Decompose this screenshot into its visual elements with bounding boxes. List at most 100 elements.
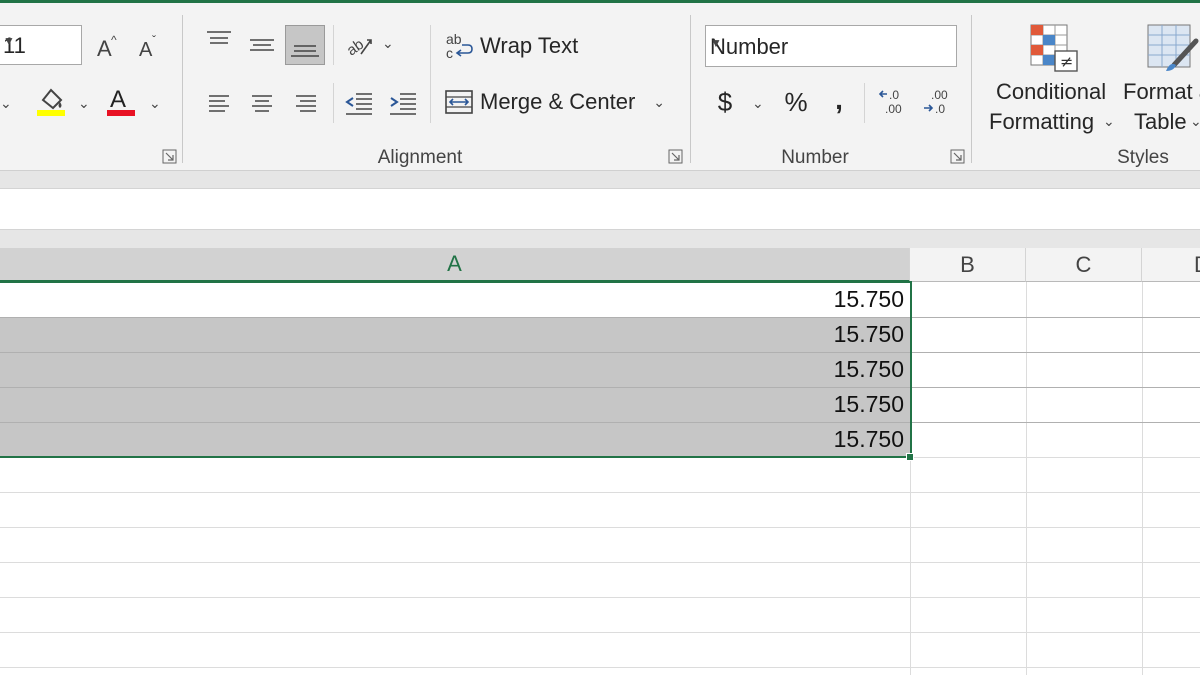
increase-decimal-button[interactable]: .0 .00 bbox=[876, 85, 910, 119]
format-as-table-button[interactable]: Format a Table ⌄ bbox=[1120, 21, 1200, 139]
text-orientation-icon: ab bbox=[344, 36, 372, 59]
column-header-b[interactable]: B bbox=[910, 248, 1026, 282]
conditional-formatting-icon: ≠ bbox=[1030, 24, 1078, 72]
orientation-button[interactable]: ab bbox=[343, 29, 375, 61]
increase-indent-button[interactable] bbox=[387, 87, 419, 119]
gridline-vertical bbox=[910, 282, 911, 675]
fill-color-chevron-icon[interactable]: ⌄ bbox=[78, 95, 90, 112]
increase-decimal-icon: .0 .00 bbox=[878, 88, 902, 116]
align-top-button[interactable] bbox=[204, 27, 234, 57]
cell-a5[interactable]: 15.750 bbox=[0, 422, 910, 457]
merge-center-label: Merge & Center bbox=[480, 89, 636, 114]
align-left-icon bbox=[209, 95, 229, 112]
merge-center-button[interactable]: Merge & Center ⌄ bbox=[444, 85, 674, 119]
decrease-font-size-button[interactable]: A ˇ bbox=[136, 31, 164, 61]
decrease-indent-button[interactable] bbox=[343, 87, 375, 119]
svg-text:^: ^ bbox=[111, 33, 117, 47]
align-right-icon bbox=[296, 95, 316, 112]
format-as-table-label-line2: Table bbox=[1134, 109, 1187, 134]
decrease-font-size-icon: A ˇ bbox=[139, 33, 156, 60]
increase-indent-icon bbox=[390, 93, 416, 115]
svg-text:ˇ: ˇ bbox=[152, 33, 156, 47]
cell-a1[interactable]: 15.750 bbox=[0, 282, 910, 317]
align-left-button[interactable] bbox=[204, 89, 234, 119]
ribbon-bottom-gap bbox=[0, 170, 1200, 188]
cell-a3[interactable]: 15.750 bbox=[0, 352, 910, 387]
svg-text:.0: .0 bbox=[889, 88, 899, 102]
fill-color-button[interactable] bbox=[34, 83, 68, 119]
align-center-icon bbox=[252, 95, 272, 112]
alignment-group-label: Alignment bbox=[377, 147, 463, 168]
align-bottom-button[interactable] bbox=[285, 25, 325, 65]
align-middle-button[interactable] bbox=[247, 31, 277, 61]
separator bbox=[430, 25, 431, 123]
chevron-down-icon[interactable]: ⌄ bbox=[0, 95, 12, 112]
font-color-chevron-icon[interactable]: ⌄ bbox=[149, 95, 161, 112]
align-right-button[interactable] bbox=[291, 89, 321, 119]
accounting-format-button[interactable]: $ bbox=[710, 85, 740, 119]
conditional-formatting-button[interactable]: ≠ Conditional Formatting ⌄ bbox=[985, 21, 1115, 139]
group-separator bbox=[690, 15, 691, 163]
font-color-button[interactable]: A bbox=[104, 83, 138, 119]
comma-icon: , bbox=[835, 84, 843, 115]
svg-text:A: A bbox=[97, 36, 112, 60]
cell-a2[interactable]: 15.750 bbox=[0, 317, 910, 352]
wrap-text-label: Wrap Text bbox=[480, 33, 579, 58]
chevron-down-icon[interactable]: ▼ bbox=[3, 34, 75, 48]
percent-icon: % bbox=[784, 86, 808, 117]
merge-center-icon bbox=[445, 90, 473, 114]
chevron-down-icon[interactable]: ▼ bbox=[710, 36, 948, 50]
wrap-text-icon: ab c bbox=[446, 31, 473, 61]
alignment-dialog-launcher-icon[interactable] bbox=[668, 149, 684, 165]
increase-font-size-button[interactable]: A ^ bbox=[94, 31, 122, 61]
comma-style-button[interactable]: , bbox=[826, 83, 852, 117]
gridline-horizontal bbox=[0, 632, 1200, 633]
svg-text:.00: .00 bbox=[885, 102, 902, 116]
accounting-chevron-icon[interactable]: ⌄ bbox=[752, 95, 764, 112]
align-top-icon bbox=[207, 31, 231, 44]
decrease-indent-icon bbox=[345, 93, 372, 115]
gridline-horizontal bbox=[0, 597, 1200, 598]
number-group-label: Number bbox=[781, 147, 849, 168]
group-separator bbox=[182, 15, 183, 163]
gridline-horizontal bbox=[0, 562, 1200, 563]
font-color-icon: A bbox=[107, 86, 135, 116]
font-dialog-launcher-icon[interactable] bbox=[162, 149, 178, 165]
svg-text:.00: .00 bbox=[931, 88, 948, 102]
svg-text:.0: .0 bbox=[935, 102, 945, 116]
number-dialog-launcher-icon[interactable] bbox=[950, 149, 966, 165]
separator bbox=[864, 83, 865, 123]
cell-a4[interactable]: 15.750 bbox=[0, 387, 910, 422]
font-size-combobox[interactable]: 11 ▼ bbox=[0, 25, 82, 65]
svg-text:A: A bbox=[110, 86, 126, 113]
svg-text:ab: ab bbox=[344, 36, 367, 59]
align-center-button[interactable] bbox=[247, 89, 277, 119]
svg-text:≠: ≠ bbox=[1060, 52, 1073, 71]
format-as-table-chevron-icon[interactable]: ⌄ bbox=[1190, 113, 1200, 130]
number-format-combobox[interactable]: Number ▼ bbox=[705, 25, 957, 67]
worksheet-grid[interactable]: A B C D 15.750 15.750 15.750 15.750 15.7… bbox=[0, 248, 1200, 675]
styles-group-label: Styles bbox=[1117, 147, 1169, 168]
gridline-horizontal bbox=[0, 317, 1200, 318]
increase-font-size-icon: A ^ bbox=[97, 33, 117, 60]
percent-style-button[interactable]: % bbox=[780, 85, 812, 119]
gridline-horizontal bbox=[0, 527, 1200, 528]
column-header-c[interactable]: C bbox=[1026, 248, 1142, 282]
column-header-d[interactable]: D bbox=[1142, 248, 1200, 282]
gridline-horizontal bbox=[0, 352, 1200, 353]
wrap-text-button[interactable]: ab c Wrap Text bbox=[444, 29, 594, 63]
orientation-chevron-icon[interactable]: ⌄ bbox=[382, 35, 394, 52]
gridline-vertical bbox=[1026, 282, 1027, 675]
fill-handle[interactable] bbox=[906, 453, 914, 461]
merge-center-chevron-icon[interactable]: ⌄ bbox=[653, 94, 665, 111]
formula-bar-input[interactable] bbox=[0, 188, 1200, 230]
dollar-icon: $ bbox=[717, 86, 733, 117]
gridline-horizontal bbox=[0, 457, 1200, 458]
column-header-a[interactable]: A bbox=[0, 248, 910, 282]
decrease-decimal-button[interactable]: .00 .0 bbox=[920, 85, 954, 119]
conditional-formatting-chevron-icon[interactable]: ⌄ bbox=[1103, 113, 1115, 130]
svg-text:c: c bbox=[446, 45, 453, 61]
formula-bar-gap bbox=[0, 230, 1200, 248]
align-bottom-icon bbox=[291, 45, 319, 57]
separator bbox=[333, 25, 334, 65]
